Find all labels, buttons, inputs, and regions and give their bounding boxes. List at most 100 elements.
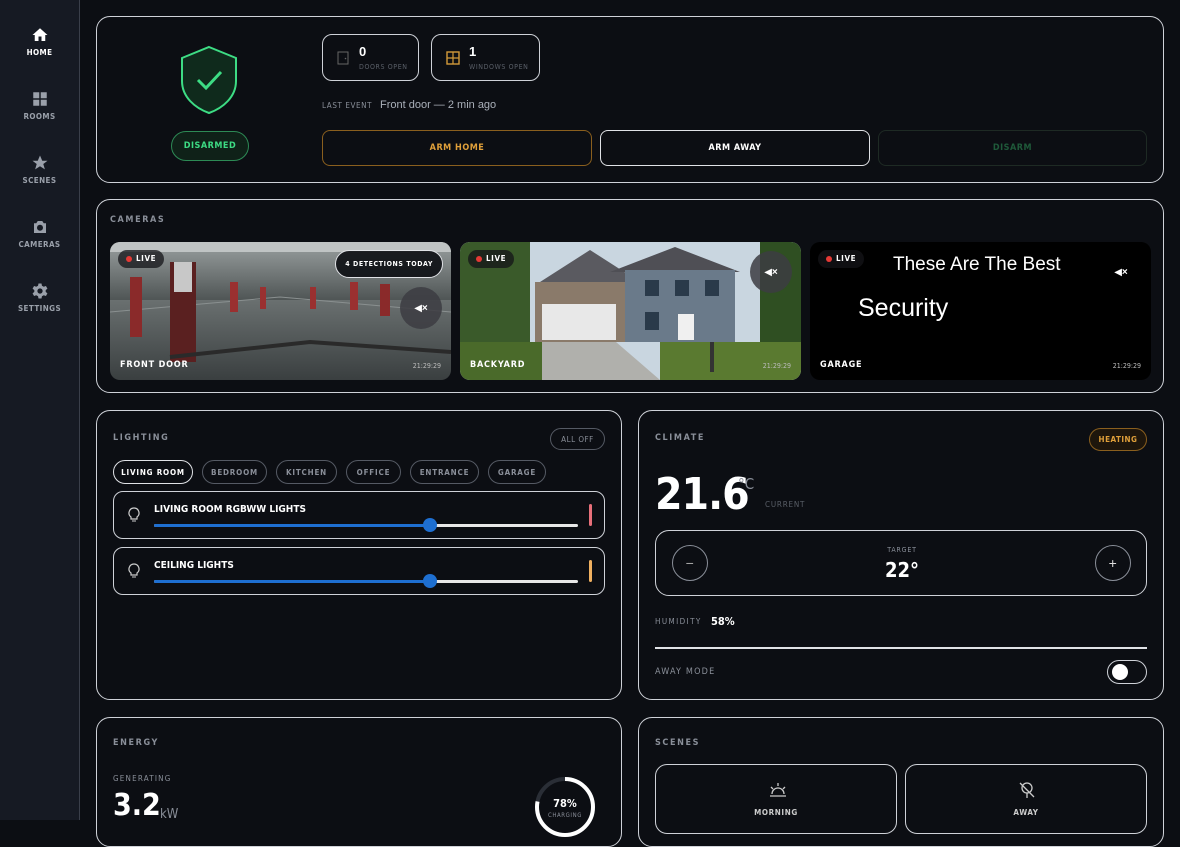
room-chip-garage[interactable]: GARAGE	[488, 460, 546, 484]
bulb-icon	[128, 507, 140, 522]
scenes-card: SCENES MORNING AWAY	[638, 717, 1164, 847]
nav-cameras[interactable]: CAMERAS	[0, 218, 79, 274]
windows-count: 1	[469, 44, 477, 59]
scene-away-button[interactable]: AWAY	[905, 764, 1147, 834]
target-panel: − TARGET 22° +	[655, 530, 1147, 596]
camera-icon	[33, 221, 46, 233]
increase-temp-button[interactable]: +	[1095, 545, 1131, 581]
windows-open-pill: 1 WINDOWS OPEN	[431, 34, 540, 81]
humidity-label: HUMIDITY	[655, 617, 702, 626]
generating-label: GENERATING	[113, 774, 172, 783]
backyard-time: 21:29:29	[762, 362, 791, 370]
all-off-button[interactable]: ALL OFF	[550, 428, 605, 450]
scene-morning-button[interactable]: MORNING	[655, 764, 897, 834]
battery-percent: 78%	[553, 797, 577, 810]
garage-time: 21:29:29	[1112, 362, 1141, 370]
last-event-text: Front door — 2 min ago	[380, 99, 497, 111]
garage-overlay-line2: Security	[858, 294, 949, 322]
front-door-name: FRONT DOOR	[120, 360, 189, 370]
camera-feed-garage[interactable]: These Are The Best Security LIVE ◀× GARA…	[810, 242, 1151, 380]
light-row[interactable]: LIVING ROOM RGBWW LIGHTS	[113, 491, 605, 539]
backyard-mute-button[interactable]: ◀×	[750, 251, 792, 293]
doors-label: DOORS OPEN	[359, 63, 408, 71]
windows-label: WINDOWS OPEN	[469, 63, 529, 71]
door-icon	[337, 51, 349, 65]
nav-rooms-label: ROOMS	[23, 112, 56, 121]
last-event-label: LAST EVENT	[322, 101, 373, 110]
grid-icon	[32, 92, 47, 106]
room-chip-office[interactable]: OFFICE	[346, 460, 401, 484]
room-chip-kitchen[interactable]: KITCHEN	[276, 460, 337, 484]
climate-title: CLIMATE	[655, 433, 705, 443]
energy-title: ENERGY	[113, 738, 159, 748]
temp-unit: °C	[738, 475, 755, 493]
nav-scenes[interactable]: SCENES	[0, 154, 79, 210]
sunrise-icon	[770, 783, 786, 797]
front-door-mute-button[interactable]: ◀×	[400, 287, 442, 329]
arm-home-button[interactable]: ARM HOME	[322, 130, 592, 166]
cameras-title: CAMERAS	[110, 215, 166, 225]
nav-scenes-label: SCENES	[22, 176, 57, 185]
backyard-name: BACKYARD	[470, 360, 526, 370]
brightness-slider[interactable]	[154, 518, 578, 532]
light-color-swatch[interactable]	[589, 504, 592, 526]
window-icon	[446, 51, 460, 65]
away-mode-toggle[interactable]	[1107, 660, 1147, 684]
front-door-live-badge: LIVE	[118, 250, 165, 268]
garage-overlay-line1: These Are The Best	[893, 254, 1061, 275]
divider	[655, 647, 1147, 649]
light-row[interactable]: CEILING LIGHTS	[113, 547, 605, 595]
toggle-knob	[1112, 664, 1128, 680]
disarm-button[interactable]: DISARM	[878, 130, 1147, 166]
humidity-value: 58%	[711, 615, 735, 628]
generating-value: 3.2	[113, 788, 161, 823]
heating-badge: HEATING	[1089, 428, 1147, 451]
room-chip-entrance[interactable]: ENTRANCE	[410, 460, 479, 484]
camera-feed-backyard[interactable]: LIVE ◀× BACKYARD 21:29:29	[460, 242, 801, 380]
security-card: DISARMED 0 DOORS OPEN 1 WINDOWS OPEN LAS…	[96, 16, 1164, 183]
energy-card: ENERGY GENERATING 3.2 kW 78% CHARGING	[96, 717, 622, 847]
slider-knob[interactable]	[422, 574, 437, 588]
nav-settings[interactable]: SETTINGS	[0, 282, 79, 338]
shield-icon	[181, 45, 237, 115]
lighting-card: LIGHTING ALL OFF LIVING ROOM BEDROOM KIT…	[96, 410, 622, 700]
sidebar: HOME ROOMS SCENES CAMERAS SETTINGS	[0, 0, 80, 820]
camera-feed-front-door[interactable]: LIVE 4 DETECTIONS TODAY ◀× FRONT DOOR 21…	[110, 242, 451, 380]
scenes-title: SCENES	[655, 738, 701, 748]
light-name: LIVING ROOM RGBWW LIGHTS	[154, 504, 306, 515]
security-status-badge: DISARMED	[171, 131, 249, 161]
battery-status: CHARGING	[547, 812, 583, 819]
away-mode-label: AWAY MODE	[655, 667, 716, 677]
light-color-swatch[interactable]	[589, 560, 592, 582]
current-temp: 21.6	[655, 469, 750, 520]
nav-home-label: HOME	[26, 48, 53, 57]
garage-live-badge: LIVE	[818, 250, 865, 268]
backyard-live-badge: LIVE	[468, 250, 515, 268]
nav-rooms[interactable]: ROOMS	[0, 90, 79, 146]
current-label: CURRENT	[765, 500, 806, 509]
doors-open-pill: 0 DOORS OPEN	[322, 34, 419, 81]
climate-card: CLIMATE HEATING 21.6 °C CURRENT − TARGET…	[638, 410, 1164, 700]
room-chip-living-room[interactable]: LIVING ROOM	[113, 460, 193, 484]
lighting-title: LIGHTING	[113, 433, 170, 443]
garage-mute-button[interactable]: ◀×	[1100, 251, 1142, 293]
slider-knob[interactable]	[422, 518, 437, 532]
home-icon	[32, 28, 47, 41]
scene-away-label: AWAY	[1013, 808, 1039, 817]
room-chip-bedroom[interactable]: BEDROOM	[202, 460, 267, 484]
garage-name: GARAGE	[820, 360, 863, 370]
doors-count: 0	[359, 44, 367, 59]
star-icon	[32, 155, 47, 170]
detections-badge[interactable]: 4 DETECTIONS TODAY	[335, 250, 443, 278]
arm-away-button[interactable]: ARM AWAY	[600, 130, 870, 166]
target-temp: 22°	[884, 558, 920, 582]
front-door-time: 21:29:29	[412, 362, 441, 370]
bulb-icon	[128, 563, 140, 578]
away-icon	[1019, 782, 1035, 798]
brightness-slider[interactable]	[154, 574, 578, 588]
light-name: CEILING LIGHTS	[154, 560, 234, 571]
nav-cameras-label: CAMERAS	[18, 240, 61, 249]
target-label: TARGET	[887, 546, 917, 554]
nav-home[interactable]: HOME	[0, 26, 79, 82]
cameras-card: CAMERAS LIVE 4 DETECTIONS TODAY ◀× FRONT…	[96, 199, 1164, 393]
